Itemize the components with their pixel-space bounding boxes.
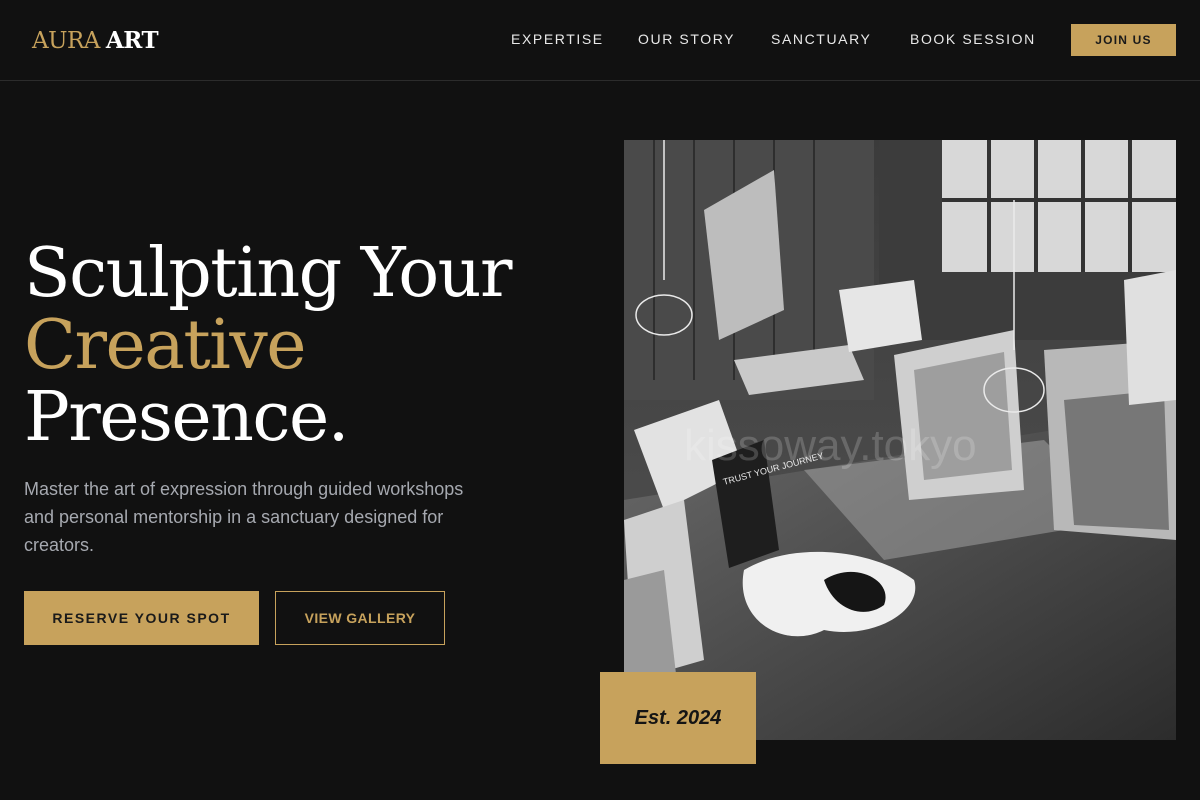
join-us-button[interactable]: JOIN US [1071,24,1176,56]
nav-expertise[interactable]: EXPERTISE [511,30,604,48]
nav-sanctuary[interactable]: SANCTUARY [771,30,872,48]
reserve-spot-button[interactable]: RESERVE YOUR SPOT [24,591,259,645]
studio-photo-illustration: TRUST YOUR JOURNEY kissoway.tokyo [624,140,1176,740]
headline-line-3: Presence. [24,378,349,457]
logo[interactable]: AURA ART [32,27,159,55]
headline-line-1: Sculpting Your [24,234,512,313]
view-gallery-button[interactable]: VIEW GALLERY [275,591,445,645]
page: AURA ART EXPERTISE OUR STORY SANCTUARY BO… [0,0,1200,800]
logo-part-aura: AURA [32,28,100,54]
headline-line-2: Creative [24,306,307,385]
studio-photo: TRUST YOUR JOURNEY kissoway.tokyo [624,140,1176,740]
nav-book-session[interactable]: BOOK SESSION [910,30,1036,48]
photo-watermark: kissoway.tokyo [684,421,977,470]
established-badge: Est. 2024 [600,672,756,764]
hero-headline: Sculpting Your Creative Presence. [24,234,512,457]
nav-our-story[interactable]: OUR STORY [638,30,735,48]
site-header: AURA ART EXPERTISE OUR STORY SANCTUARY BO… [0,0,1200,81]
logo-part-art: ART [105,27,159,54]
hero-subtext: Master the art of expression through gui… [24,479,464,555]
